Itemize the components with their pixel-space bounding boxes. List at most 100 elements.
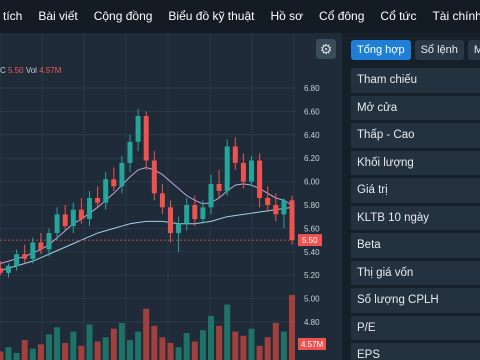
nav-item[interactable]: Cộng đồng (86, 0, 161, 33)
volume-bar (159, 337, 166, 360)
volume-bar (5, 347, 12, 360)
volume-bar (110, 328, 117, 360)
info-tabs: Tổng hợpSổ lệnhMức (342, 33, 480, 60)
volume-bar (94, 341, 101, 360)
candle-body (265, 197, 271, 205)
legend-vol-value: 4.57M (39, 66, 62, 75)
volume-bar (199, 330, 206, 360)
y-tick-label: 4.80 (304, 318, 320, 327)
candle-body (143, 116, 149, 161)
volume-bar (46, 334, 52, 360)
info-row: EPS (351, 343, 480, 360)
volume-bar (289, 295, 295, 360)
legend-vol-label: Vol (25, 66, 37, 75)
volume-bar (248, 328, 255, 360)
candle-body (87, 197, 92, 220)
candle-body (6, 265, 11, 273)
nav-item[interactable]: Cổ đông (311, 0, 372, 33)
volume-bar (62, 342, 69, 360)
candle-body (249, 160, 254, 182)
candle-body (176, 223, 182, 234)
info-row: Khối lượng (351, 150, 480, 175)
volume-bar (167, 342, 174, 360)
info-row: KLTB 10 ngày (351, 205, 480, 230)
y-tick-label: 6.60 (304, 107, 320, 116)
candle-body (46, 233, 52, 250)
top-navigation: tích Bài viết Cộng đồng Biểu đồ kỹ thuật Hồ … (0, 0, 480, 33)
tab-0[interactable]: Tổng hợp (351, 40, 411, 60)
candle-body (78, 209, 84, 220)
candle-body (62, 214, 68, 227)
candle-body (14, 254, 20, 266)
candle-body (95, 197, 101, 203)
volume-bar (118, 323, 125, 360)
candle-body (151, 160, 157, 194)
nav-item[interactable]: Tài chính (424, 0, 480, 33)
volume-bar (135, 331, 142, 360)
candle-body (216, 183, 222, 191)
nav-item[interactable]: Cổ tức (372, 0, 424, 33)
candle-body (22, 254, 28, 259)
volume-bar (183, 332, 190, 360)
volume-bar (256, 345, 263, 360)
candle-body (111, 179, 117, 187)
nav-item[interactable]: Biểu đồ kỹ thuật (160, 0, 262, 33)
y-tick-label: 5.40 (304, 248, 320, 257)
volume-bar (216, 325, 223, 360)
nav-item[interactable]: tích (0, 0, 30, 33)
volume-bar (151, 325, 158, 360)
candle-body (0, 268, 3, 273)
candle-body (200, 207, 206, 220)
info-row: Thấp - Cao (351, 123, 480, 148)
candle-body (30, 242, 36, 259)
nav-item[interactable]: Hồ sơ (262, 0, 311, 33)
legend-prefix: C (0, 66, 6, 75)
nav-item[interactable]: Bài viết (30, 0, 85, 33)
volume-bar (240, 335, 247, 360)
candle-body (38, 242, 44, 250)
volume-bar (272, 323, 279, 360)
y-tick-label: 5.60 (304, 224, 320, 233)
tab-2[interactable]: Mức (467, 40, 480, 60)
candle-body (54, 214, 60, 234)
current-price-label: 5.50 (302, 236, 318, 245)
current-volume-label: 4.57M (301, 340, 324, 349)
volume-bar (54, 327, 61, 360)
candle-body (240, 162, 246, 182)
volume-bar (264, 337, 271, 360)
info-row: P/E (351, 315, 480, 340)
y-tick-label: 6.80 (304, 84, 320, 93)
info-row: Giá trị (351, 178, 480, 203)
candle-body (289, 200, 295, 241)
candle-body (273, 205, 279, 215)
info-row: Tham chiếu (351, 68, 480, 93)
candle-body (127, 141, 133, 163)
candle-body (232, 146, 238, 163)
price-chart-panel[interactable]: 6.80 6.60 6.40 6.20 6.00 5.80 5.60 5.40 5.20 5.00… (0, 33, 342, 360)
volume-bar (232, 331, 239, 360)
volume-bar (280, 331, 287, 360)
tab-1[interactable]: Sổ lệnh (414, 40, 464, 60)
info-row: Thị giá vốn (351, 260, 480, 285)
chart-legend: C 5.50 Vol 4.57M (0, 66, 61, 75)
volume-bar (175, 347, 182, 360)
chart-settings-button[interactable]: ⚙ (316, 39, 336, 59)
info-rows: Tham chiếu Mở cửa Thấp - Cao Khối lượng Giá … (351, 68, 480, 360)
candle-body (119, 162, 125, 187)
y-tick-label: 5.00 (304, 295, 320, 304)
candle-body (257, 160, 263, 198)
candlestick-chart[interactable]: 6.80 6.60 6.40 6.20 6.00 5.80 5.60 5.40 5.20 5.00… (0, 33, 342, 360)
volume-bar (102, 337, 109, 360)
info-row: Số lượng CPLH (351, 288, 480, 313)
candle-body (224, 146, 230, 191)
candle-body (159, 193, 165, 208)
volume-bar (13, 352, 20, 360)
candle-body (208, 183, 214, 208)
candle-body (135, 116, 141, 142)
volume-bar (29, 348, 36, 360)
volume-bar (70, 331, 77, 360)
info-row: Beta (351, 233, 480, 258)
volume-bar (143, 308, 150, 360)
y-tick-label: 6.40 (304, 131, 320, 140)
volume-bar (21, 340, 28, 360)
